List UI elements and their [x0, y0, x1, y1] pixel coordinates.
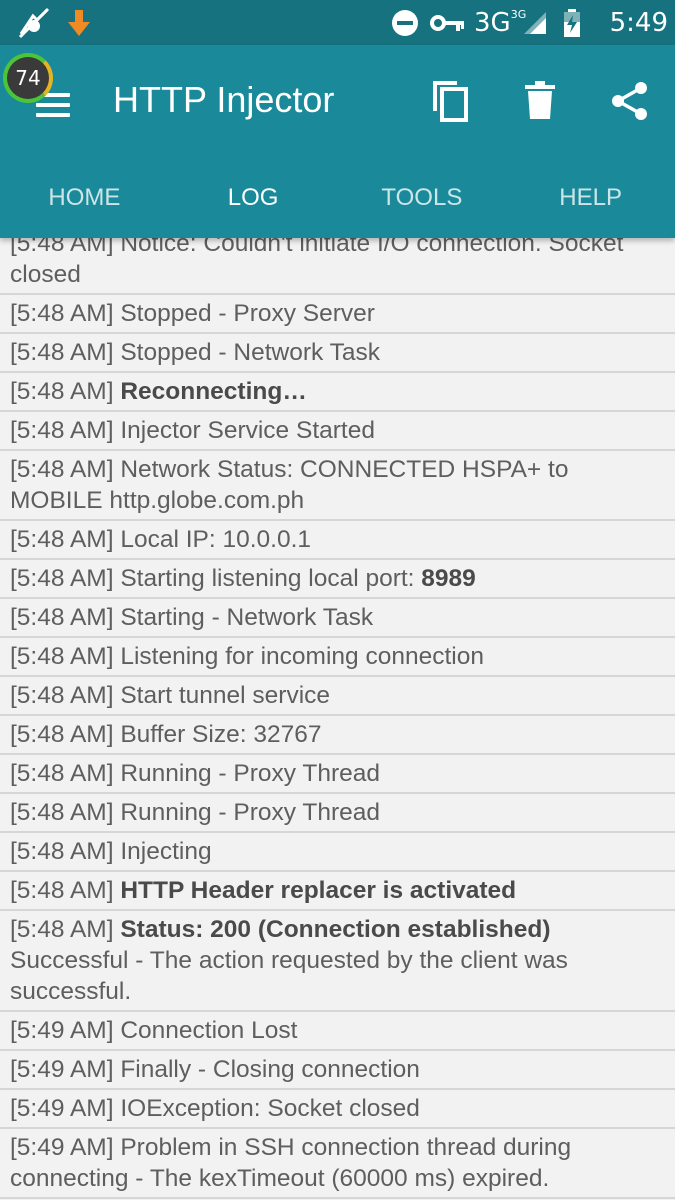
log-entry: [5:49 AM] Problem in SSH connection thre… [0, 1129, 675, 1199]
log-entry: [5:48 AM] Listening for incoming connect… [0, 638, 675, 677]
do-not-disturb-icon [388, 0, 422, 45]
log-entry: [5:48 AM] Starting - Network Task [0, 599, 675, 638]
log-message-bold: HTTP Header replacer is activated [120, 877, 517, 904]
log-timestamp: [5:49 AM] [10, 1056, 114, 1083]
log-entry: [5:48 AM] HTTP Header replacer is activa… [0, 872, 675, 911]
log-entry: [5:48 AM] Reconnecting… [0, 373, 675, 412]
copy-icon [433, 81, 468, 122]
log-message: Connection Lost [120, 1017, 298, 1044]
log-message: Starting - Network Task [120, 604, 374, 631]
log-timestamp: [5:48 AM] [10, 526, 114, 553]
log-timestamp: [5:48 AM] [10, 721, 114, 748]
log-message: Starting listening local port: [120, 565, 415, 592]
status-bar: 3G 3G 5:49 [0, 0, 675, 45]
log-entry: [5:48 AM] Running - Proxy Thread [0, 794, 675, 833]
copy-button[interactable] [422, 73, 478, 129]
log-message: Injector Service Started [120, 417, 375, 444]
log-message: Stopped - Proxy Server [120, 300, 375, 327]
log-timestamp: [5:48 AM] [10, 643, 114, 670]
menu-line [36, 113, 70, 117]
log-message: Finally - Closing connection [120, 1056, 420, 1083]
tab-log[interactable]: LOG [169, 170, 338, 230]
network-type: 3G 3G [474, 0, 526, 45]
log-timestamp: [5:48 AM] [10, 378, 114, 405]
vpn-key-icon [428, 0, 468, 45]
log-message-bold: Status: 200 (Connection established) [120, 916, 551, 943]
log-message: Running - Proxy Thread [120, 799, 380, 826]
log-message: Start tunnel service [120, 682, 331, 709]
log-timestamp: [5:48 AM] [10, 300, 114, 327]
log-timestamp: [5:48 AM] [10, 604, 114, 631]
app-title: HTTP Injector [113, 79, 335, 120]
network-label: 3G [474, 7, 511, 38]
log-timestamp: [5:48 AM] [10, 838, 114, 865]
log-entry: [5:49 AM] Finally - Closing connection [0, 1051, 675, 1090]
log-entry: [5:48 AM] Running - Proxy Thread [0, 755, 675, 794]
delete-icon [525, 81, 555, 119]
log-message: Running - Proxy Thread [120, 760, 380, 787]
log-message-bold: Reconnecting… [120, 378, 307, 405]
clock: 5:49 [600, 0, 668, 45]
menu-line [36, 103, 70, 107]
log-message: Local IP: 10.0.0.1 [120, 526, 312, 553]
log-entry: [5:48 AM] Buffer Size: 32767 [0, 716, 675, 755]
download-icon [62, 0, 96, 45]
log-entry: [5:49 AM] Connection Lost [0, 1012, 675, 1051]
log-list[interactable]: [5:48 AM] Notice: Couldn't initiate I/O … [0, 225, 675, 1200]
tab-help[interactable]: HELP [506, 170, 675, 230]
log-timestamp: [5:49 AM] [10, 1095, 114, 1122]
tab-bar: HOME LOG TOOLS HELP [0, 170, 675, 230]
log-message-detail: Successful - The action requested by the… [10, 947, 568, 1005]
log-timestamp: [5:48 AM] [10, 565, 114, 592]
log-entry: [5:48 AM] Stopped - Network Task [0, 334, 675, 373]
delete-button[interactable] [512, 73, 568, 129]
no-wifi-icon [14, 0, 54, 45]
log-entry: [5:48 AM] Local IP: 10.0.0.1 [0, 521, 675, 560]
log-timestamp: [5:49 AM] [10, 1134, 114, 1161]
log-entry: [5:48 AM] Starting listening local port:… [0, 560, 675, 599]
log-timestamp: [5:48 AM] [10, 916, 114, 943]
log-message-bold: 8989 [421, 565, 476, 592]
log-timestamp: [5:48 AM] [10, 799, 114, 826]
overlay-badge[interactable]: 74 [3, 53, 53, 103]
log-message: Buffer Size: 32767 [120, 721, 322, 748]
badge-value: 74 [15, 66, 41, 90]
share-button[interactable] [602, 73, 658, 129]
log-message: IOException: Socket closed [120, 1095, 420, 1122]
signal-icon [520, 0, 550, 45]
log-message: Injecting [120, 838, 212, 865]
log-timestamp: [5:48 AM] [10, 682, 114, 709]
tab-tools[interactable]: TOOLS [338, 170, 507, 230]
log-entry: [5:48 AM] Injector Service Started [0, 412, 675, 451]
log-entry: [5:48 AM] Start tunnel service [0, 677, 675, 716]
app-bar: 74 HTTP Injector HOME LOG TOOLS HELP [0, 45, 675, 238]
battery-charging-icon [557, 0, 587, 45]
log-timestamp: [5:48 AM] [10, 417, 114, 444]
clock-time: 5:49 [609, 7, 668, 38]
log-timestamp: [5:48 AM] [10, 760, 114, 787]
log-entry: [5:49 AM] IOException: Socket closed [0, 1090, 675, 1129]
log-timestamp: [5:49 AM] [10, 1017, 114, 1044]
share-icon [612, 82, 647, 120]
log-timestamp: [5:48 AM] [10, 456, 114, 483]
log-message: Listening for incoming connection [120, 643, 484, 670]
log-timestamp: [5:48 AM] [10, 877, 114, 904]
log-timestamp: [5:48 AM] [10, 339, 114, 366]
log-entry: [5:48 AM] Stopped - Proxy Server [0, 295, 675, 334]
log-message: Stopped - Network Task [120, 339, 380, 366]
log-entry: [5:48 AM] Network Status: CONNECTED HSPA… [0, 451, 675, 521]
tab-home[interactable]: HOME [0, 170, 169, 230]
log-entry: [5:48 AM] Injecting [0, 833, 675, 872]
log-entry: [5:48 AM] Status: 200 (Connection establ… [0, 911, 675, 1012]
